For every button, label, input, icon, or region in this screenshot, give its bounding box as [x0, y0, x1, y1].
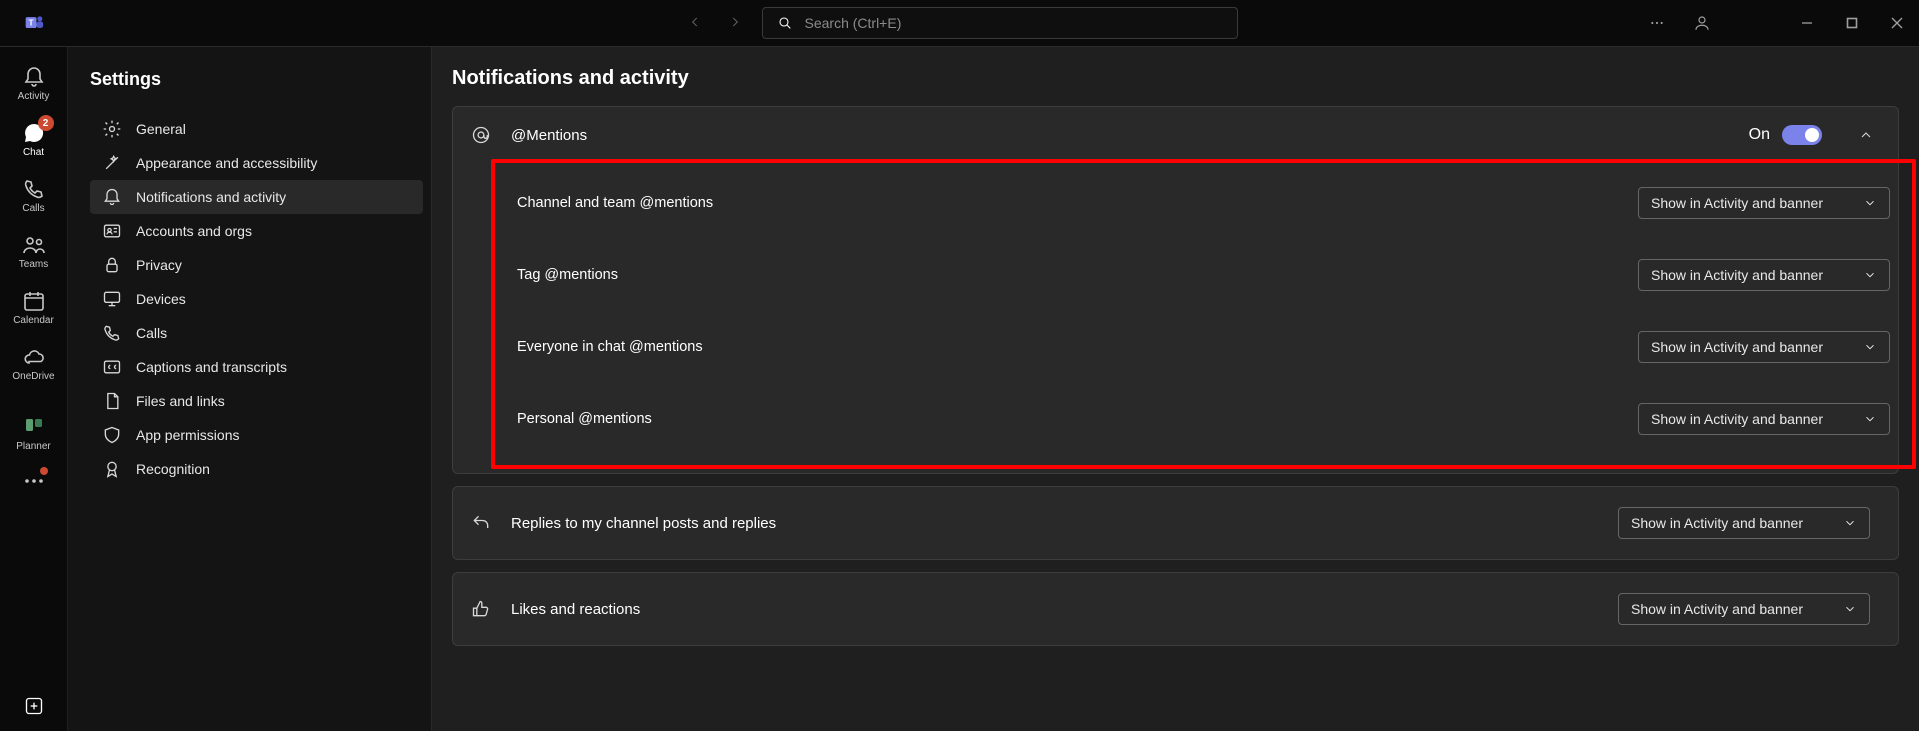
chevron-down-icon — [1863, 340, 1877, 354]
rail-onedrive[interactable]: OneDrive — [0, 335, 68, 391]
more-options-button[interactable] — [1634, 0, 1679, 47]
search-icon — [777, 15, 793, 31]
mentions-toggle[interactable] — [1782, 125, 1822, 145]
svg-text:T: T — [29, 18, 34, 28]
chevron-up-icon — [1858, 127, 1874, 143]
app-rail: Activity 2 Chat Calls Teams Calendar One… — [0, 47, 68, 731]
nav-back-button[interactable] — [682, 9, 708, 38]
bell-icon — [102, 187, 122, 207]
replies-dropdown[interactable]: Show in Activity and banner — [1618, 507, 1870, 539]
search-input[interactable]: Search (Ctrl+E) — [762, 7, 1238, 39]
chat-badge: 2 — [38, 115, 54, 131]
account-button[interactable] — [1679, 0, 1724, 47]
rail-planner[interactable]: Planner — [0, 405, 68, 461]
people-icon — [22, 233, 46, 257]
mention-row-everyone: Everyone in chat @mentions Show in Activ… — [517, 311, 1890, 383]
mentions-collapse-button[interactable] — [1852, 121, 1880, 149]
mentions-section-title: @Mentions — [511, 127, 587, 144]
settings-sidebar: Settings General Appearance and accessib… — [68, 47, 432, 731]
titlebar: T Search (Ctrl+E) — [0, 0, 1919, 47]
search-placeholder: Search (Ctrl+E) — [805, 15, 902, 31]
thumbs-up-icon — [471, 599, 491, 619]
sidebar-item-general[interactable]: General — [90, 112, 423, 146]
replies-card: Replies to my channel posts and replies … — [452, 486, 1899, 560]
shield-icon — [102, 425, 122, 445]
planner-icon — [22, 415, 46, 439]
sidebar-item-files[interactable]: Files and links — [90, 384, 423, 418]
rail-calls[interactable]: Calls — [0, 167, 68, 223]
rail-add-app[interactable] — [24, 696, 44, 721]
rail-more-apps[interactable] — [0, 461, 68, 501]
highlight-box: Channel and team @mentions Show in Activ… — [491, 159, 1916, 469]
lock-icon — [102, 255, 122, 275]
sidebar-item-notifications[interactable]: Notifications and activity — [90, 180, 423, 214]
nav-forward-button[interactable] — [722, 9, 748, 38]
sidebar-item-calls[interactable]: Calls — [90, 316, 423, 350]
likes-dropdown[interactable]: Show in Activity and banner — [1618, 593, 1870, 625]
window-close-button[interactable] — [1874, 0, 1919, 47]
sparkle-icon — [102, 153, 122, 173]
award-icon — [102, 459, 122, 479]
settings-content: Notifications and activity @Mentions On … — [432, 47, 1919, 731]
gear-icon — [102, 119, 122, 139]
phone-icon — [102, 323, 122, 343]
cc-icon — [102, 357, 122, 377]
window-maximize-button[interactable] — [1829, 0, 1874, 47]
cloud-icon — [22, 345, 46, 369]
calendar-icon — [22, 289, 46, 313]
rail-teams[interactable]: Teams — [0, 223, 68, 279]
replies-label: Replies to my channel posts and replies — [511, 515, 776, 532]
id-card-icon — [102, 221, 122, 241]
likes-card: Likes and reactions Show in Activity and… — [452, 572, 1899, 646]
page-title: Notifications and activity — [452, 67, 1905, 90]
chevron-down-icon — [1843, 516, 1857, 530]
phone-icon — [22, 177, 46, 201]
mention-dropdown-tag[interactable]: Show in Activity and banner — [1638, 259, 1890, 291]
window-minimize-button[interactable] — [1784, 0, 1829, 47]
rail-calendar[interactable]: Calendar — [0, 279, 68, 335]
chevron-down-icon — [1863, 196, 1877, 210]
rail-activity[interactable]: Activity — [0, 55, 68, 111]
mentions-card: @Mentions On Channel and team @mentions … — [452, 106, 1899, 474]
bell-icon — [22, 65, 46, 89]
document-icon — [102, 391, 122, 411]
sidebar-item-privacy[interactable]: Privacy — [90, 248, 423, 282]
sidebar-item-captions[interactable]: Captions and transcripts — [90, 350, 423, 384]
chevron-down-icon — [1843, 602, 1857, 616]
sidebar-item-accounts[interactable]: Accounts and orgs — [90, 214, 423, 248]
likes-label: Likes and reactions — [511, 601, 640, 618]
at-icon — [471, 125, 491, 145]
mentions-toggle-label: On — [1749, 126, 1770, 144]
sidebar-item-devices[interactable]: Devices — [90, 282, 423, 316]
plus-square-icon — [24, 696, 44, 716]
chevron-down-icon — [1863, 268, 1877, 282]
mention-row-tag: Tag @mentions Show in Activity and banne… — [517, 239, 1890, 311]
monitor-icon — [102, 289, 122, 309]
mention-dropdown-channel[interactable]: Show in Activity and banner — [1638, 187, 1890, 219]
mention-row-personal: Personal @mentions Show in Activity and … — [517, 383, 1890, 455]
chevron-down-icon — [1863, 412, 1877, 426]
rail-chat[interactable]: 2 Chat — [0, 111, 68, 167]
sidebar-item-recognition[interactable]: Recognition — [90, 452, 423, 486]
mention-dropdown-everyone[interactable]: Show in Activity and banner — [1638, 331, 1890, 363]
reply-icon — [471, 513, 491, 533]
sidebar-item-permissions[interactable]: App permissions — [90, 418, 423, 452]
teams-logo: T — [0, 13, 68, 33]
mention-dropdown-personal[interactable]: Show in Activity and banner — [1638, 403, 1890, 435]
notification-dot — [40, 467, 48, 475]
settings-heading: Settings — [90, 69, 423, 90]
sidebar-item-appearance[interactable]: Appearance and accessibility — [90, 146, 423, 180]
mention-row-channel: Channel and team @mentions Show in Activ… — [517, 167, 1890, 239]
